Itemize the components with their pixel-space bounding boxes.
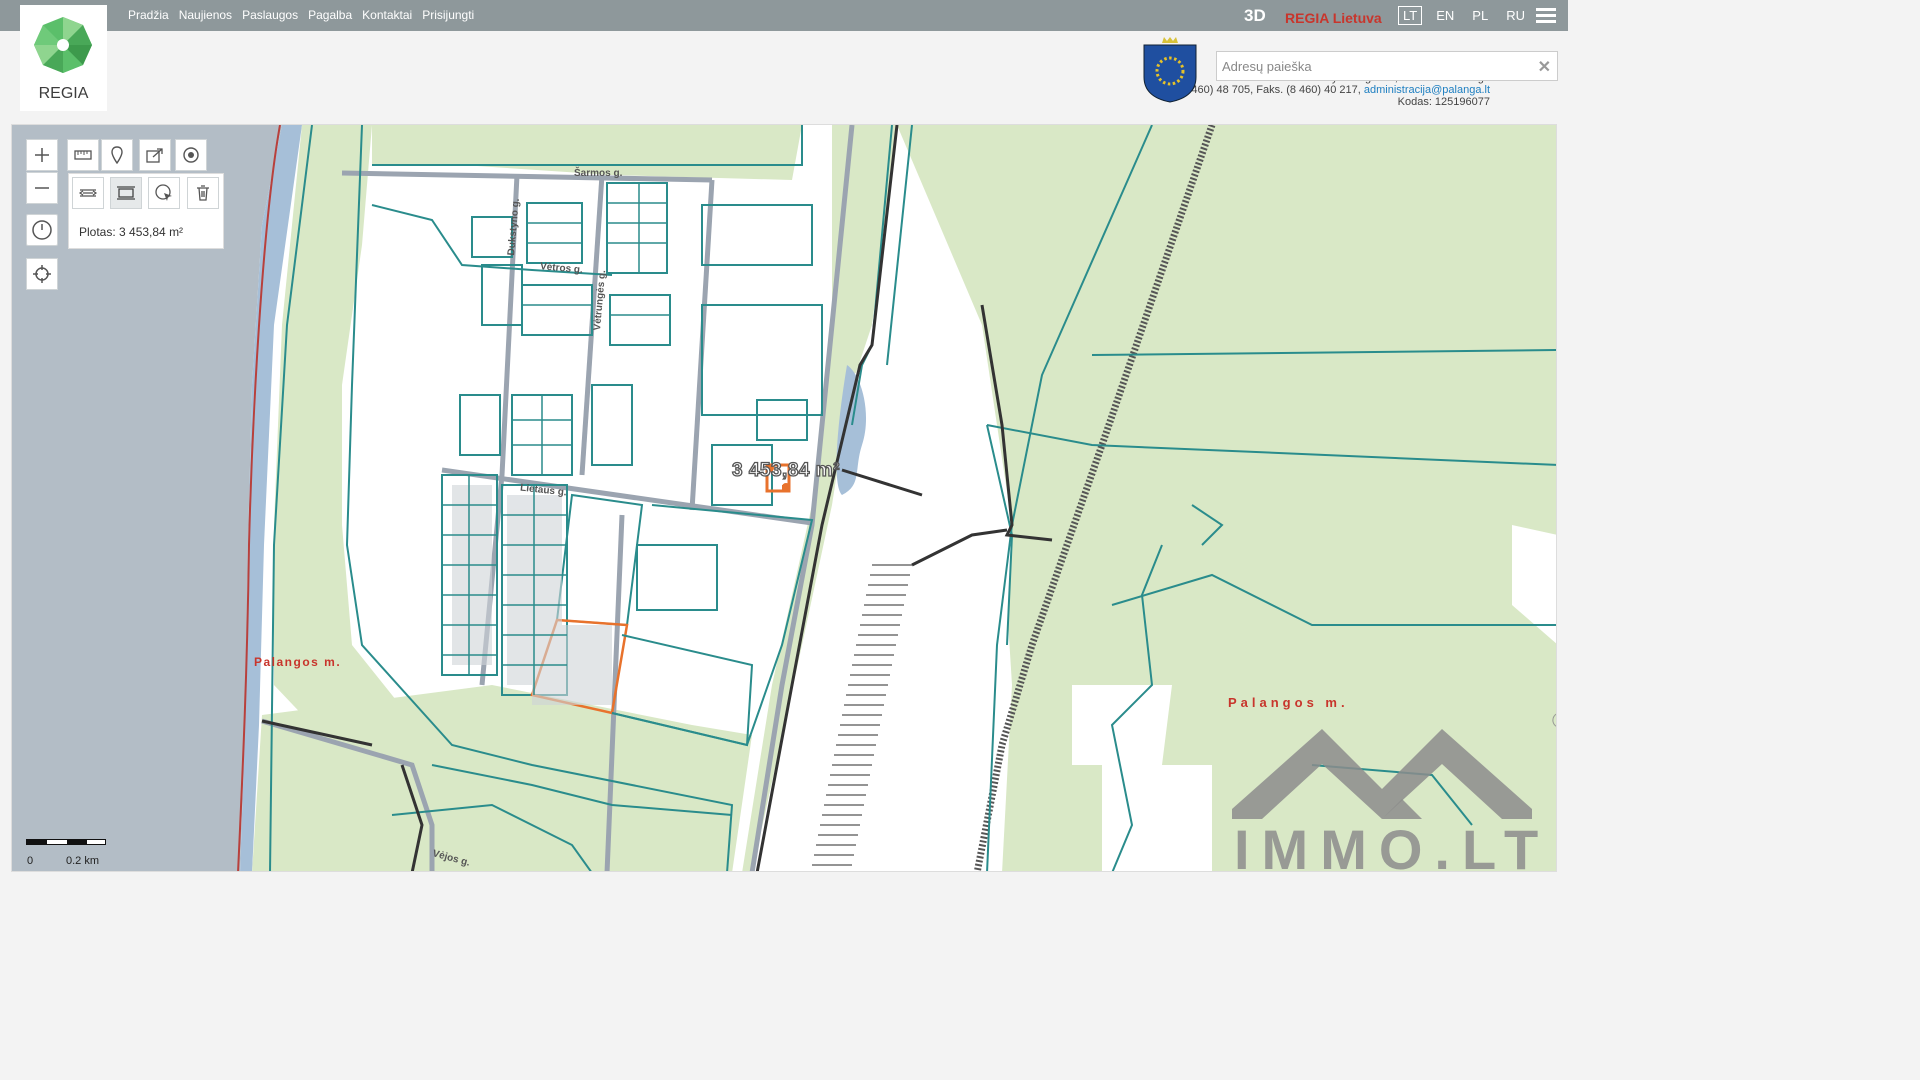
nav-item-news[interactable]: Naujienos	[179, 8, 232, 22]
trash-icon	[197, 185, 209, 201]
main-menu: Pradžia Naujienos Paslaugos Pagalba Kont…	[128, 8, 474, 22]
layers-button[interactable]	[175, 139, 207, 171]
plus-icon	[35, 148, 49, 162]
top-navigation-bar: Pradžia Naujienos Paslaugos Pagalba Kont…	[0, 0, 1568, 31]
language-en[interactable]: EN	[1432, 7, 1458, 24]
share-icon	[146, 148, 163, 163]
share-button[interactable]	[139, 139, 171, 171]
nav-item-contacts[interactable]: Kontaktai	[362, 8, 412, 22]
scale-start-label: 0	[27, 855, 34, 867]
nav-item-help[interactable]: Pagalba	[308, 8, 352, 22]
history-button[interactable]	[26, 214, 58, 246]
watermark-text: IMMO.LT	[1234, 818, 1551, 872]
locate-me-button[interactable]	[26, 258, 58, 290]
regia-logo[interactable]: REGIA	[20, 5, 107, 111]
measured-area-label: 3 453,84 m²	[731, 459, 840, 481]
measure-distance-button[interactable]	[72, 177, 104, 209]
crosshair-icon	[33, 265, 51, 283]
palanga-crest-icon	[1143, 37, 1197, 103]
clear-search-icon[interactable]: ✕	[1538, 57, 1551, 77]
menu-icon[interactable]	[1536, 8, 1556, 23]
regia-emblem-icon	[34, 17, 92, 73]
municipality-email[interactable]: administracija@palanga.lt	[1364, 84, 1490, 96]
municipality-code: Kodas: 125196077	[1397, 96, 1490, 108]
clock-icon	[32, 220, 52, 240]
scale-bar	[26, 839, 106, 845]
measure-tool-button[interactable]	[67, 139, 99, 171]
nav-item-home[interactable]: Pradžia	[128, 8, 169, 22]
language-ru[interactable]: RU	[1502, 7, 1529, 24]
measure-area-button[interactable]	[110, 177, 142, 209]
address-search-input[interactable]	[1217, 52, 1517, 80]
language-lt[interactable]: LT	[1398, 6, 1423, 25]
measure-distance-icon	[78, 189, 98, 197]
scale-end-label: 0.2 km	[66, 855, 100, 867]
cursor-globe-icon	[155, 184, 172, 201]
region-link[interactable]: REGIA Lietuva	[1285, 10, 1382, 26]
place-label: Palangos m.	[254, 655, 342, 669]
municipality-contacts: Tel. (8 460) 48 705, Faks. (8 460) 40 21…	[1158, 84, 1490, 96]
language-switcher: LT EN PL RU	[1398, 6, 1529, 25]
minus-icon	[35, 187, 49, 189]
nav-item-services[interactable]: Paslaugos	[242, 8, 298, 22]
watermark-registered-mark: ®	[1552, 708, 1556, 734]
marker-tool-button[interactable]	[101, 139, 133, 171]
measure-result: Plotas: 3 453,84 m²	[79, 225, 184, 239]
street-label: Šarmos g.	[574, 168, 623, 179]
language-pl[interactable]: PL	[1468, 7, 1492, 24]
select-measure-button[interactable]	[148, 177, 180, 209]
logo-text: REGIA	[38, 85, 89, 102]
measure-area-icon	[117, 186, 135, 200]
delete-measure-button[interactable]	[187, 177, 219, 209]
nav-item-login[interactable]: Prisijungti	[422, 8, 474, 22]
address-search: ✕	[1216, 51, 1558, 81]
3d-view-button[interactable]: 3D	[1244, 6, 1266, 26]
pin-icon	[111, 146, 123, 164]
measure-panel: Plotas: 3 453,84 m²	[68, 173, 224, 249]
zoom-out-button[interactable]	[26, 172, 58, 204]
zoom-in-button[interactable]	[26, 139, 58, 171]
map-canvas[interactable]: Šarmos g. Dukstyno g. Vėtros g. Vėtrungė…	[11, 124, 1557, 872]
ruler-icon	[74, 150, 92, 160]
place-label: Palangos m.	[1228, 695, 1349, 710]
target-icon	[183, 147, 199, 163]
